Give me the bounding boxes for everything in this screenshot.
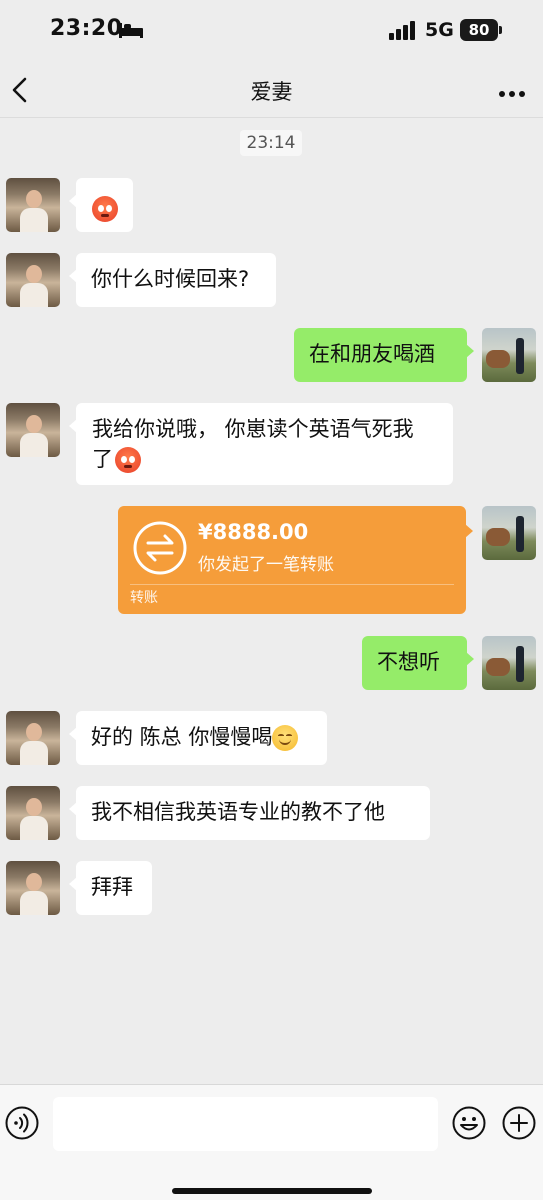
contact-avatar[interactable]	[6, 403, 60, 457]
message-text: 好的 陈总 你慢慢喝	[91, 725, 273, 749]
contact-avatar[interactable]	[6, 861, 60, 915]
plus-icon[interactable]	[502, 1106, 536, 1144]
message-text: 拜拜	[91, 875, 133, 899]
message-text: 你什么时候回来?	[91, 267, 250, 291]
voice-icon[interactable]	[5, 1106, 39, 1144]
message-bubble[interactable]: 好的 陈总 你慢慢喝	[69, 711, 327, 765]
my-avatar[interactable]	[482, 506, 536, 560]
message-text-line-1: 我给你说哦， 你崽读个英语气死我	[92, 417, 414, 441]
angry-face-icon	[115, 447, 141, 473]
message-bubble[interactable]: 你什么时候回来?	[69, 253, 276, 307]
message-text: 我不相信我英语专业的教不了他	[91, 800, 385, 824]
sleep-focus-icon	[118, 21, 144, 43]
chat-header: 爱妻	[0, 62, 543, 118]
contact-avatar[interactable]	[6, 786, 60, 840]
emoji-icon[interactable]	[452, 1106, 486, 1144]
status-bar: 23:20 5G 80	[0, 0, 543, 62]
message-text-tail: 了	[92, 447, 113, 471]
input-bar	[0, 1084, 543, 1200]
contact-avatar[interactable]	[6, 711, 60, 765]
network-type: 5G	[425, 19, 454, 41]
my-avatar[interactable]	[482, 636, 536, 690]
chevron-left-icon[interactable]	[10, 76, 30, 108]
home-indicator[interactable]	[172, 1188, 372, 1194]
battery-cap	[499, 26, 502, 34]
message-bubble[interactable]: 拜拜	[69, 861, 152, 915]
angry-face-icon	[92, 196, 118, 222]
chat-title: 爱妻	[250, 80, 293, 104]
transfer-divider	[130, 584, 454, 585]
message-text: 不想听	[377, 650, 440, 674]
contact-avatar[interactable]	[6, 178, 60, 232]
message-input[interactable]	[53, 1097, 438, 1151]
status-time: 23:20	[50, 16, 123, 41]
message-timestamp: 23:14	[240, 130, 302, 156]
transfer-card[interactable]: ¥8888.00 你发起了一笔转账 转账	[118, 506, 473, 614]
smiling-face-icon	[272, 725, 299, 751]
message-text: 在和朋友喝酒	[309, 342, 435, 366]
transfer-amount: ¥8888.00	[198, 520, 309, 544]
transfer-label: 转账	[130, 590, 158, 606]
message-bubble[interactable]	[69, 178, 133, 232]
message-bubble[interactable]: 在和朋友喝酒	[294, 328, 474, 382]
message-text-line-2: 了	[92, 442, 437, 476]
message-bubble[interactable]: 我给你说哦， 你崽读个英语气死我 了	[69, 403, 453, 485]
message-bubble[interactable]: 不想听	[362, 636, 474, 690]
signal-icon	[388, 20, 418, 44]
more-dots-icon[interactable]	[498, 84, 526, 103]
my-avatar[interactable]	[482, 328, 536, 382]
transfer-description: 你发起了一笔转账	[198, 555, 334, 575]
message-bubble[interactable]: 我不相信我英语专业的教不了他	[69, 786, 430, 840]
contact-avatar[interactable]	[6, 253, 60, 307]
transfer-arrows-icon	[132, 520, 188, 580]
battery-indicator: 80	[460, 19, 498, 41]
